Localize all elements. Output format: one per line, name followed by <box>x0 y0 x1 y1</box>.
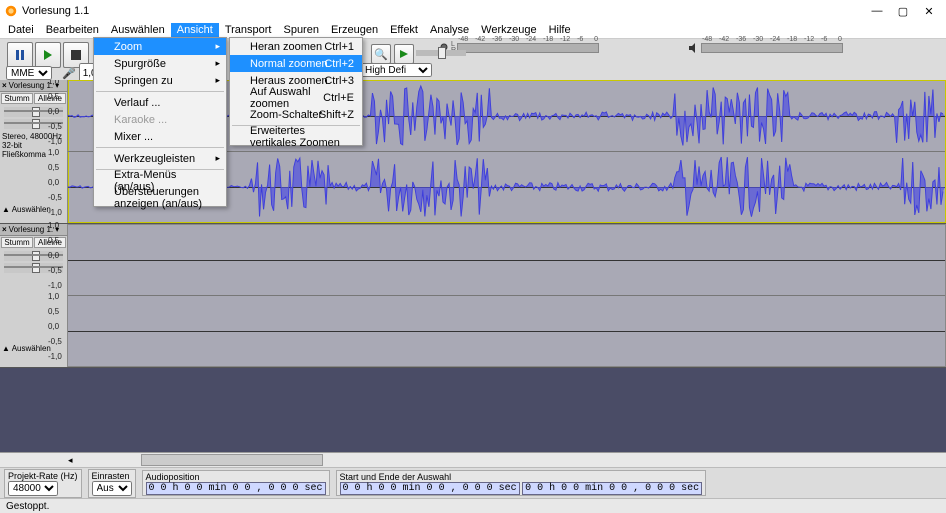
menu-datei[interactable]: Datei <box>2 23 40 37</box>
menu-item: Karaoke ... <box>94 111 226 128</box>
amplitude-tick: -1,0 <box>48 281 62 290</box>
menu-auswählen[interactable]: Auswählen <box>105 23 171 37</box>
audio-position-label: Audioposition <box>146 472 326 482</box>
amplitude-tick: 0,5 <box>48 307 59 316</box>
menu-item[interactable]: Werkzeugleisten▸ <box>94 150 226 167</box>
close-button[interactable]: ✕ <box>916 5 942 18</box>
menu-item[interactable]: Mixer ... <box>94 128 226 145</box>
menu-item[interactable]: Springen zu▸ <box>94 72 226 89</box>
mute-button[interactable]: Stumm <box>1 237 33 248</box>
mute-button[interactable]: Stumm <box>1 93 33 104</box>
menu-werkzeuge[interactable]: Werkzeuge <box>475 23 542 37</box>
menu-effekt[interactable]: Effekt <box>384 23 424 37</box>
amplitude-tick: -0,5 <box>48 193 62 202</box>
minimize-button[interactable]: — <box>864 5 890 17</box>
menu-erzeugen[interactable]: Erzeugen <box>325 23 384 37</box>
track-1-name: Vorlesung 1. <box>9 81 53 90</box>
menu-item[interactable]: Übersteuerungen anzeigen (an/aus) <box>94 189 226 206</box>
amplitude-tick: 0,5 <box>48 236 59 245</box>
playback-meter[interactable]: -48-42-36-30-24-18-12-60 <box>688 42 843 54</box>
toolbar-area: LR -48-42-36-30-24-18-12-60 -48-42-36-30… <box>0 39 946 82</box>
horizontal-scrollbar[interactable]: ◂ <box>0 453 946 468</box>
menu-bearbeiten[interactable]: Bearbeiten <box>40 23 105 37</box>
track-2: ×Vorlesung 1.▾ StummAlleine ▲ Auswählen … <box>0 224 946 368</box>
app-icon <box>4 4 18 18</box>
speaker-icon <box>688 42 700 54</box>
menu-hilfe[interactable]: Hilfe <box>543 23 577 37</box>
maximize-button[interactable]: ▢ <box>890 5 916 18</box>
amplitude-tick: -1,0 <box>48 208 62 217</box>
track-2-waveform[interactable]: 1,00,50,0-0,5-1,0 1,00,50,0-0,5-1,0 <box>68 224 946 367</box>
status-text: Gestoppt. <box>6 501 49 512</box>
amplitude-tick: 1,0 <box>48 148 59 157</box>
amplitude-tick: -0,5 <box>48 122 62 131</box>
menu-item[interactable]: Auf Auswahl zoomenCtrl+E <box>230 89 362 106</box>
track-close-icon[interactable]: × <box>2 81 7 90</box>
playback-speed-slider[interactable] <box>416 50 466 56</box>
zoom-in-icon[interactable]: 🔍 <box>371 44 391 64</box>
amplitude-tick: -1,0 <box>48 352 62 361</box>
play-at-speed-button[interactable] <box>394 44 414 64</box>
host-combo[interactable]: MME <box>6 66 52 80</box>
snap-label: Einrasten <box>92 471 132 481</box>
project-rate-label: Projekt-Rate (Hz) <box>8 471 78 481</box>
menu-item[interactable]: Zoom▸ <box>94 38 226 55</box>
selection-toolbar: Projekt-Rate (Hz) 48000 Einrasten Aus Au… <box>0 468 946 498</box>
amplitude-tick: 0,0 <box>48 107 59 116</box>
menu-spuren[interactable]: Spuren <box>277 23 324 37</box>
snap-combo[interactable]: Aus <box>92 481 132 496</box>
zoom-submenu: Heran zoomenCtrl+1Normal zoomenCtrl+2Her… <box>229 37 363 146</box>
selection-start[interactable]: 0 0 h 0 0 min 0 0 , 0 0 0 sec <box>340 482 520 495</box>
amplitude-tick: 0,5 <box>48 92 59 101</box>
amplitude-tick: 1,0 <box>48 80 59 86</box>
amplitude-tick: -0,5 <box>48 337 62 346</box>
track-2-name: Vorlesung 1. <box>9 225 53 234</box>
amplitude-tick: 0,0 <box>48 178 59 187</box>
track-close-icon[interactable]: × <box>2 225 7 234</box>
amplitude-tick: 0,0 <box>48 322 59 331</box>
menu-item[interactable]: Verlauf ... <box>94 94 226 111</box>
menu-item[interactable]: Spurgröße▸ <box>94 55 226 72</box>
titlebar: Vorlesung 1.1 — ▢ ✕ <box>0 0 946 22</box>
selection-label: Start und Ende der Auswahl <box>340 472 703 482</box>
selection-end[interactable]: 0 0 h 0 0 min 0 0 , 0 0 0 sec <box>522 482 702 495</box>
amplitude-tick: -0,5 <box>48 266 62 275</box>
amplitude-tick: -1,0 <box>48 137 62 146</box>
amplitude-tick: 1,0 <box>48 221 59 230</box>
project-rate-combo[interactable]: 48000 <box>8 481 58 496</box>
amplitude-tick: 1,0 <box>48 292 59 301</box>
quality-combo[interactable]: High Defi <box>360 63 432 77</box>
window-title: Vorlesung 1.1 <box>22 5 864 17</box>
mic-icon-2: 🎤 <box>62 67 76 80</box>
status-bar: Gestoppt. <box>0 498 946 513</box>
amplitude-tick: 0,5 <box>48 163 59 172</box>
audio-position-value[interactable]: 0 0 h 0 0 min 0 0 , 0 0 0 sec <box>146 482 326 495</box>
menu-transport[interactable]: Transport <box>219 23 278 37</box>
amplitude-tick: 0,0 <box>48 251 59 260</box>
view-menu-dropdown: Zoom▸Spurgröße▸Springen zu▸ Verlauf ...Ka… <box>93 37 227 207</box>
menu-item[interactable]: Zoom-SchalterShift+Z <box>230 106 362 123</box>
menu-analyse[interactable]: Analyse <box>424 23 475 37</box>
bottom-panel: ◂ Projekt-Rate (Hz) 48000 Einrasten Aus … <box>0 452 946 513</box>
menu-item[interactable]: Heran zoomenCtrl+1 <box>230 38 362 55</box>
menu-item[interactable]: Erweitertes vertikales Zoomen <box>230 128 362 145</box>
menu-item[interactable]: Normal zoomenCtrl+2 <box>230 55 362 72</box>
menu-ansicht[interactable]: Ansicht <box>171 23 219 37</box>
